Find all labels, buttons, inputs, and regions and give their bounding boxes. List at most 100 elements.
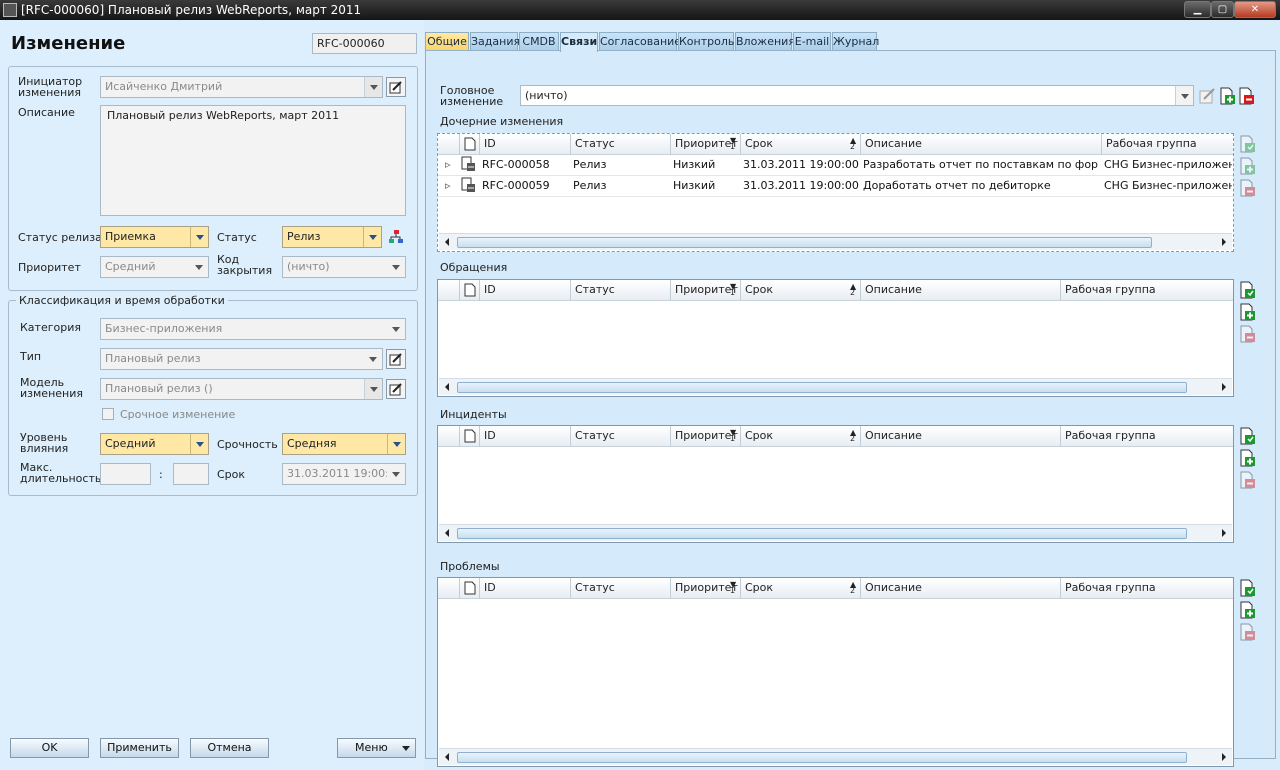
add-appeal-new-button[interactable] (1238, 281, 1256, 300)
tab-links[interactable]: Связи (560, 32, 598, 52)
add-problem-new-button[interactable] (1238, 579, 1256, 598)
add-appeal-button[interactable] (1238, 303, 1256, 322)
chevron-down-icon[interactable] (364, 77, 382, 97)
tab-general[interactable]: Общие (425, 32, 469, 51)
tab-cmdb[interactable]: CMDB (519, 32, 559, 51)
id-column-header[interactable]: ID (479, 426, 570, 447)
impact-combo[interactable]: Средний (100, 433, 209, 455)
horizontal-scrollbar[interactable] (439, 233, 1232, 250)
tab-tasks[interactable]: Задания (470, 32, 520, 51)
description-column-header[interactable]: Описание (860, 280, 1060, 301)
description-textarea[interactable]: Плановый релиз WebReports, март 2011 (100, 105, 406, 216)
edit-type-button[interactable] (386, 349, 406, 369)
scroll-right-icon[interactable] (1222, 753, 1226, 761)
tab-journal[interactable]: Журнал (832, 32, 879, 51)
close-button[interactable]: ✕ (1234, 1, 1276, 18)
horizontal-scrollbar[interactable] (439, 524, 1232, 541)
scroll-left-icon[interactable] (445, 238, 449, 246)
scroll-left-icon[interactable] (445, 383, 449, 391)
horizontal-scrollbar[interactable] (439, 378, 1232, 395)
ok-button[interactable]: OK (10, 738, 89, 758)
add-parent-button[interactable] (1218, 87, 1236, 106)
urgent-checkbox[interactable] (102, 408, 114, 420)
remove-child-button[interactable] (1238, 179, 1256, 198)
status-column-header[interactable]: Статус (570, 578, 670, 599)
cancel-button[interactable]: Отмена (190, 738, 269, 758)
workflow-button[interactable] (386, 227, 406, 247)
release-status-combo[interactable]: Приемка (100, 226, 209, 248)
group-column-header[interactable]: Рабочая группа (1101, 134, 1233, 155)
remove-incident-button[interactable] (1238, 471, 1256, 490)
group-column-header[interactable]: Рабочая группа (1060, 578, 1233, 599)
closure-code-combo[interactable]: (ничто) (282, 256, 406, 278)
maximize-button[interactable]: ▢ (1211, 1, 1234, 18)
chevron-down-icon[interactable] (387, 464, 405, 484)
scroll-left-icon[interactable] (445, 753, 449, 761)
scroll-thumb[interactable] (457, 237, 1152, 248)
deadline-column-header[interactable]: Срок (740, 280, 860, 301)
chevron-down-icon[interactable] (190, 434, 208, 454)
type-combo[interactable]: Плановый релиз (100, 348, 383, 370)
id-column-header[interactable]: ID (479, 134, 570, 155)
expand-icon[interactable]: ▹ (445, 155, 451, 176)
scroll-right-icon[interactable] (1222, 238, 1226, 246)
chevron-down-icon[interactable] (387, 319, 405, 339)
status-combo[interactable]: Релиз (282, 226, 382, 248)
deadline-column-header[interactable]: Срок (740, 578, 860, 599)
scroll-thumb[interactable] (457, 382, 1187, 393)
chevron-down-icon[interactable] (364, 379, 382, 399)
chevron-down-icon[interactable] (364, 349, 382, 369)
description-column-header[interactable]: Описание (860, 578, 1060, 599)
chevron-down-icon[interactable] (1175, 86, 1193, 105)
apply-button[interactable]: Применить (100, 738, 179, 758)
id-column-header[interactable]: ID (479, 578, 570, 599)
add-child-new-button[interactable] (1238, 135, 1256, 154)
chevron-down-icon[interactable] (190, 257, 208, 277)
doc-column-header[interactable] (459, 426, 479, 447)
category-combo[interactable]: Бизнес-приложения (100, 318, 406, 340)
urgency-combo[interactable]: Средняя (282, 433, 406, 455)
menu-button[interactable]: Меню (337, 738, 416, 758)
horizontal-scrollbar[interactable] (439, 748, 1232, 765)
doc-column-header[interactable] (459, 134, 479, 155)
chevron-down-icon[interactable] (190, 227, 208, 247)
group-column-header[interactable]: Рабочая группа (1060, 426, 1233, 447)
chevron-down-icon[interactable] (387, 257, 405, 277)
deadline-column-header[interactable]: Срок (740, 426, 860, 447)
scroll-thumb[interactable] (457, 752, 1187, 763)
status-column-header[interactable]: Статус (570, 426, 670, 447)
group-column-header[interactable]: Рабочая группа (1060, 280, 1233, 301)
id-column-header[interactable]: ID (479, 280, 570, 301)
doc-column-header[interactable] (459, 280, 479, 301)
status-column-header[interactable]: Статус (570, 134, 670, 155)
remove-problem-button[interactable] (1238, 623, 1256, 642)
description-column-header[interactable]: Описание (860, 426, 1060, 447)
table-row[interactable]: ▹ RFC-000059 Релиз Низкий 31.03.2011 19:… (438, 176, 1233, 197)
table-row[interactable]: ▹ RFC-000058 Релиз Низкий 31.03.2011 19:… (438, 155, 1233, 176)
parent-change-combo[interactable]: (ничто) (520, 85, 1194, 106)
expand-icon[interactable]: ▹ (445, 176, 451, 197)
add-incident-new-button[interactable] (1238, 427, 1256, 446)
duration-hours-input[interactable] (100, 463, 151, 485)
tab-email[interactable]: E-mail (793, 32, 831, 51)
priority-combo[interactable]: Средний (100, 256, 209, 278)
doc-column-header[interactable] (459, 578, 479, 599)
chevron-down-icon[interactable] (387, 434, 405, 454)
open-parent-button[interactable] (1199, 87, 1217, 106)
duration-minutes-input[interactable] (173, 463, 209, 485)
tab-control[interactable]: Контроль (678, 32, 734, 51)
chevron-down-icon[interactable] (363, 227, 381, 247)
tab-attachments[interactable]: Вложения (735, 32, 795, 51)
tab-approval[interactable]: Согласование (599, 32, 681, 51)
scroll-thumb[interactable] (457, 528, 1187, 539)
scroll-left-icon[interactable] (445, 529, 449, 537)
status-column-header[interactable]: Статус (570, 280, 670, 301)
remove-appeal-button[interactable] (1238, 325, 1256, 344)
add-child-button[interactable] (1238, 157, 1256, 176)
edit-model-button[interactable] (386, 379, 406, 399)
add-incident-button[interactable] (1238, 449, 1256, 468)
scroll-right-icon[interactable] (1222, 529, 1226, 537)
description-column-header[interactable]: Описание (860, 134, 1101, 155)
remove-parent-button[interactable] (1237, 87, 1255, 106)
deadline-column-header[interactable]: Срок (740, 134, 860, 155)
